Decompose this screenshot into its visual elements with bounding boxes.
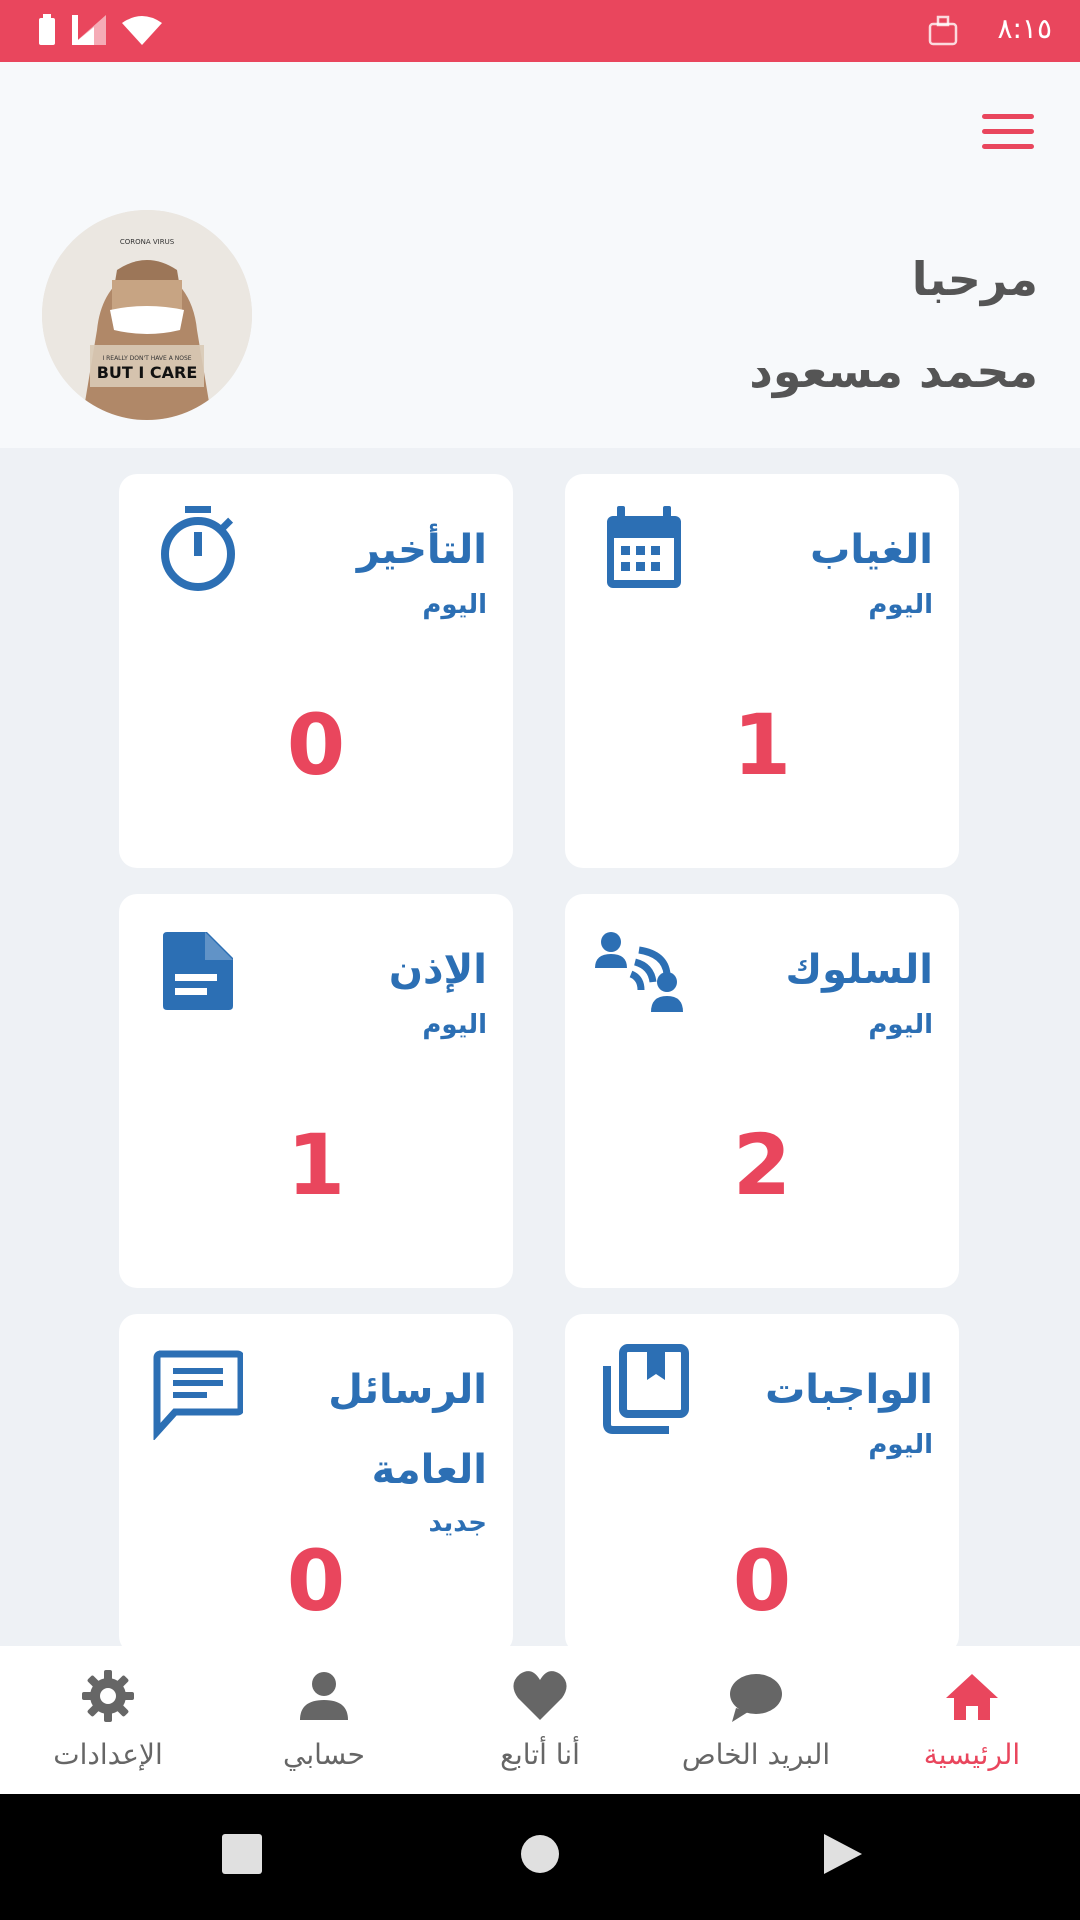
card-absence-title: الغياب <box>810 527 933 573</box>
card-permission-title: الإذن <box>388 947 487 993</box>
back-button[interactable] <box>820 1832 864 1876</box>
nav-private-mail[interactable]: البريد الخاص <box>648 1646 864 1794</box>
chat-bubble-icon <box>730 1674 782 1722</box>
card-permission-value: 1 <box>286 1116 346 1214</box>
system-nav-bar <box>0 1794 1080 1920</box>
card-behavior[interactable]: السلوك اليوم 2 <box>565 894 959 1288</box>
battery-icon <box>39 14 55 45</box>
nav-home[interactable]: الرئيسية <box>864 1646 1080 1794</box>
status-time: ٨:١٥ <box>997 12 1052 45</box>
avatar-image: CORONA VIRUS I REALLY DON'T HAVE A NOSE … <box>42 210 252 420</box>
card-permission[interactable]: الإذن اليوم 1 <box>119 894 513 1288</box>
card-messages-title-line1: الرسائل <box>328 1367 487 1413</box>
card-messages-value: 0 <box>286 1532 346 1630</box>
signal-icon <box>72 15 106 45</box>
behavior-icon <box>595 932 683 1012</box>
card-behavior-sub: اليوم <box>868 1010 933 1040</box>
card-absence-value: 1 <box>732 696 792 794</box>
card-homework-sub: اليوم <box>868 1430 933 1460</box>
nav-home-label: الرئيسية <box>923 1738 1021 1771</box>
avatar-caption-small: I REALLY DON'T HAVE A NOSE <box>102 355 191 362</box>
card-homework-value: 0 <box>732 1532 792 1630</box>
menu-icon[interactable] <box>982 114 1034 154</box>
gear-icon <box>82 1670 134 1722</box>
recents-button[interactable] <box>220 1832 264 1876</box>
card-permission-sub: اليوم <box>422 1010 487 1040</box>
home-button[interactable] <box>518 1832 562 1876</box>
greeting-text: مرحبا <box>911 252 1038 306</box>
app-notification-icon <box>928 15 958 46</box>
card-behavior-value: 2 <box>732 1116 792 1214</box>
nav-settings[interactable]: الإعدادات <box>0 1646 216 1794</box>
card-messages-title: الرسائل العامة <box>328 1350 487 1510</box>
profile-header: مرحبا محمد مسعود CORONA VIRUS I REALLY D… <box>0 62 1080 448</box>
message-icon <box>153 1350 243 1440</box>
card-behavior-title: السلوك <box>785 947 934 993</box>
card-messages-title-line2: العامة <box>371 1447 487 1493</box>
card-lateness[interactable]: التأخير اليوم 0 <box>119 474 513 868</box>
nav-following-label: أنا أتابع <box>500 1738 580 1771</box>
heart-icon <box>513 1671 567 1720</box>
card-absence-sub: اليوم <box>868 590 933 620</box>
book-icon <box>603 1344 689 1434</box>
username-text: محمد مسعود <box>749 344 1038 398</box>
card-lateness-sub: اليوم <box>422 590 487 620</box>
stopwatch-icon <box>161 506 235 591</box>
status-icons <box>38 14 162 46</box>
bottom-nav: الرئيسية البريد الخاص أنا أتابع حسابي ال… <box>0 1646 1080 1794</box>
avatar-caption-top: CORONA VIRUS <box>120 238 175 246</box>
avatar-caption-bottom: BUT I CARE <box>97 363 198 382</box>
calendar-icon <box>607 506 681 588</box>
status-bar: ٨:١٥ <box>0 0 1080 62</box>
card-lateness-value: 0 <box>286 696 346 794</box>
card-messages[interactable]: الرسائل العامة جديد 0 <box>119 1314 513 1654</box>
card-lateness-title: التأخير <box>356 527 487 573</box>
card-homework[interactable]: الواجبات اليوم 0 <box>565 1314 959 1654</box>
card-homework-title: الواجبات <box>765 1367 933 1413</box>
avatar[interactable]: CORONA VIRUS I REALLY DON'T HAVE A NOSE … <box>42 210 252 420</box>
nav-following[interactable]: أنا أتابع <box>432 1646 648 1794</box>
home-icon <box>946 1674 998 1720</box>
nav-account[interactable]: حسابي <box>216 1646 432 1794</box>
document-icon <box>163 932 233 1010</box>
nav-account-label: حسابي <box>283 1738 365 1771</box>
nav-settings-label: الإعدادات <box>53 1738 163 1771</box>
person-icon <box>300 1672 348 1720</box>
nav-private-mail-label: البريد الخاص <box>681 1738 831 1771</box>
card-absence[interactable]: الغياب اليوم 1 <box>565 474 959 868</box>
wifi-icon <box>122 16 162 45</box>
